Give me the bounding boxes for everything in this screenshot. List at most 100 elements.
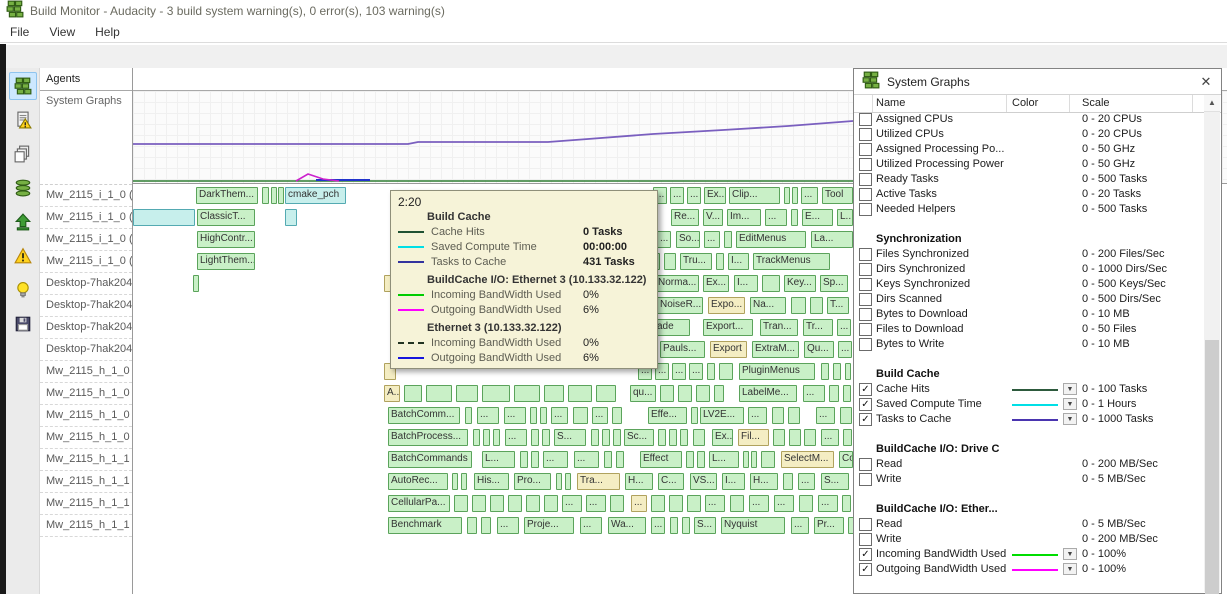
agent-row[interactable]: Desktop-7hak204 (C <box>40 339 132 361</box>
task-block[interactable] <box>660 385 674 402</box>
task-block[interactable]: La... <box>811 231 853 248</box>
task-block[interactable]: ... <box>687 187 701 204</box>
task-block[interactable] <box>743 451 749 468</box>
graph-checkbox[interactable] <box>859 173 872 186</box>
task-block[interactable] <box>810 297 823 314</box>
graph-row[interactable]: Utilized Processing Power0 - 50 GHz <box>854 157 1204 172</box>
line-style-dropdown[interactable]: ▼ <box>1063 563 1077 575</box>
graph-checkbox[interactable] <box>859 188 872 201</box>
task-block[interactable]: LightThem... <box>197 253 255 270</box>
task-block[interactable] <box>719 363 733 380</box>
agent-row[interactable]: Mw_2115_i_1_0 (Co <box>40 251 132 273</box>
task-block[interactable] <box>833 363 841 380</box>
task-block[interactable]: ... <box>705 495 725 512</box>
task-block[interactable] <box>530 407 537 424</box>
storage-icon[interactable] <box>9 174 37 202</box>
task-block[interactable] <box>669 495 683 512</box>
build-monitor-icon[interactable] <box>9 72 37 100</box>
graph-row[interactable]: Write0 - 5 MB/Sec <box>854 472 1204 487</box>
task-block[interactable]: Pr... <box>814 517 844 534</box>
graph-checkbox[interactable] <box>859 308 872 321</box>
task-block[interactable]: ... <box>651 517 665 534</box>
graph-checkbox[interactable]: ✓ <box>859 383 872 396</box>
task-block[interactable] <box>821 363 829 380</box>
task-block[interactable]: ... <box>551 407 568 424</box>
task-block[interactable] <box>716 253 724 270</box>
task-block[interactable]: PluginMenus <box>739 363 815 380</box>
task-block[interactable] <box>791 297 806 314</box>
task-block[interactable]: L... <box>709 451 739 468</box>
task-block[interactable] <box>783 473 793 490</box>
task-block[interactable] <box>514 385 540 402</box>
task-block[interactable]: ... <box>748 407 767 424</box>
task-block[interactable]: Sp... <box>820 275 848 292</box>
task-block[interactable] <box>481 517 491 534</box>
tips-icon[interactable] <box>9 276 37 304</box>
task-block[interactable]: DarkThem... <box>196 187 258 204</box>
task-block[interactable]: Proje... <box>524 517 574 534</box>
task-block[interactable]: Tran... <box>760 319 798 336</box>
task-block[interactable]: BatchProcess... <box>388 429 468 446</box>
task-block[interactable]: Re... <box>671 209 699 226</box>
task-block[interactable]: ... <box>497 517 519 534</box>
task-block[interactable]: S... <box>821 473 849 490</box>
task-block[interactable]: ade <box>654 319 690 336</box>
graph-row[interactable]: ✓Tasks to Cache▼0 - 1000 Tasks <box>854 412 1204 427</box>
task-block[interactable]: CellularPa... <box>388 495 450 512</box>
task-block[interactable]: His... <box>474 473 509 490</box>
task-block[interactable] <box>271 187 277 204</box>
scrollbar[interactable]: ▲ <box>1204 95 1220 592</box>
task-block[interactable] <box>456 385 478 402</box>
task-block[interactable] <box>762 275 780 292</box>
task-block[interactable] <box>616 451 624 468</box>
build-output-icon[interactable] <box>9 106 37 134</box>
save-icon[interactable] <box>9 310 37 338</box>
task-block[interactable]: Na... <box>750 297 786 314</box>
task-block[interactable] <box>680 429 688 446</box>
task-block[interactable]: VS... <box>690 473 717 490</box>
task-block[interactable] <box>508 495 522 512</box>
agent-row[interactable]: Mw_2115_h_1_0 (C <box>40 361 132 383</box>
task-block[interactable] <box>610 495 624 512</box>
task-block[interactable]: ... <box>689 363 703 380</box>
agent-row[interactable]: Mw_2115_h_1_1 (C <box>40 493 132 515</box>
task-block[interactable] <box>452 473 458 490</box>
column-header-scale[interactable]: Scale <box>1082 97 1110 109</box>
scrollbar-up-icon[interactable]: ▲ <box>1204 95 1220 112</box>
task-block[interactable] <box>804 429 816 446</box>
task-block[interactable] <box>840 407 852 424</box>
agent-row[interactable]: Mw_2115_i_1_0 (Co <box>40 207 132 229</box>
task-block[interactable] <box>596 385 616 402</box>
graph-row[interactable]: ✓Cache Hits▼0 - 100 Tasks <box>854 382 1204 397</box>
task-block[interactable] <box>544 385 564 402</box>
task-block[interactable] <box>193 275 199 292</box>
task-block[interactable] <box>490 495 504 512</box>
task-block[interactable]: ... <box>631 495 647 512</box>
graph-row[interactable]: Active Tasks0 - 20 Tasks <box>854 187 1204 202</box>
task-block[interactable] <box>404 385 422 402</box>
task-block[interactable]: Tru... <box>680 253 712 270</box>
task-block[interactable] <box>697 451 705 468</box>
task-block[interactable] <box>483 429 490 446</box>
graph-checkbox[interactable] <box>859 533 872 546</box>
graph-row[interactable]: Files Synchronized0 - 200 Files/Sec <box>854 247 1204 262</box>
graph-row[interactable]: ✓Outgoing BandWidth Used▼0 - 100% <box>854 562 1204 577</box>
task-block[interactable] <box>531 451 539 468</box>
task-block[interactable]: H... <box>750 473 778 490</box>
graph-checkbox[interactable] <box>859 338 872 351</box>
task-block[interactable] <box>465 407 472 424</box>
upload-icon[interactable] <box>9 208 37 236</box>
agent-row[interactable]: Desktop-7hak204 (C <box>40 295 132 317</box>
task-block[interactable] <box>472 495 486 512</box>
task-block[interactable] <box>845 363 851 380</box>
column-header-name[interactable]: Name <box>876 97 905 109</box>
task-block[interactable]: ... <box>574 451 599 468</box>
task-block[interactable] <box>678 385 692 402</box>
task-block[interactable] <box>799 495 813 512</box>
task-block[interactable]: ... <box>798 473 815 490</box>
task-block[interactable] <box>426 385 452 402</box>
task-block[interactable]: ... <box>543 451 568 468</box>
task-block[interactable] <box>682 517 690 534</box>
task-block[interactable]: ... <box>670 187 684 204</box>
graph-checkbox[interactable] <box>859 323 872 336</box>
